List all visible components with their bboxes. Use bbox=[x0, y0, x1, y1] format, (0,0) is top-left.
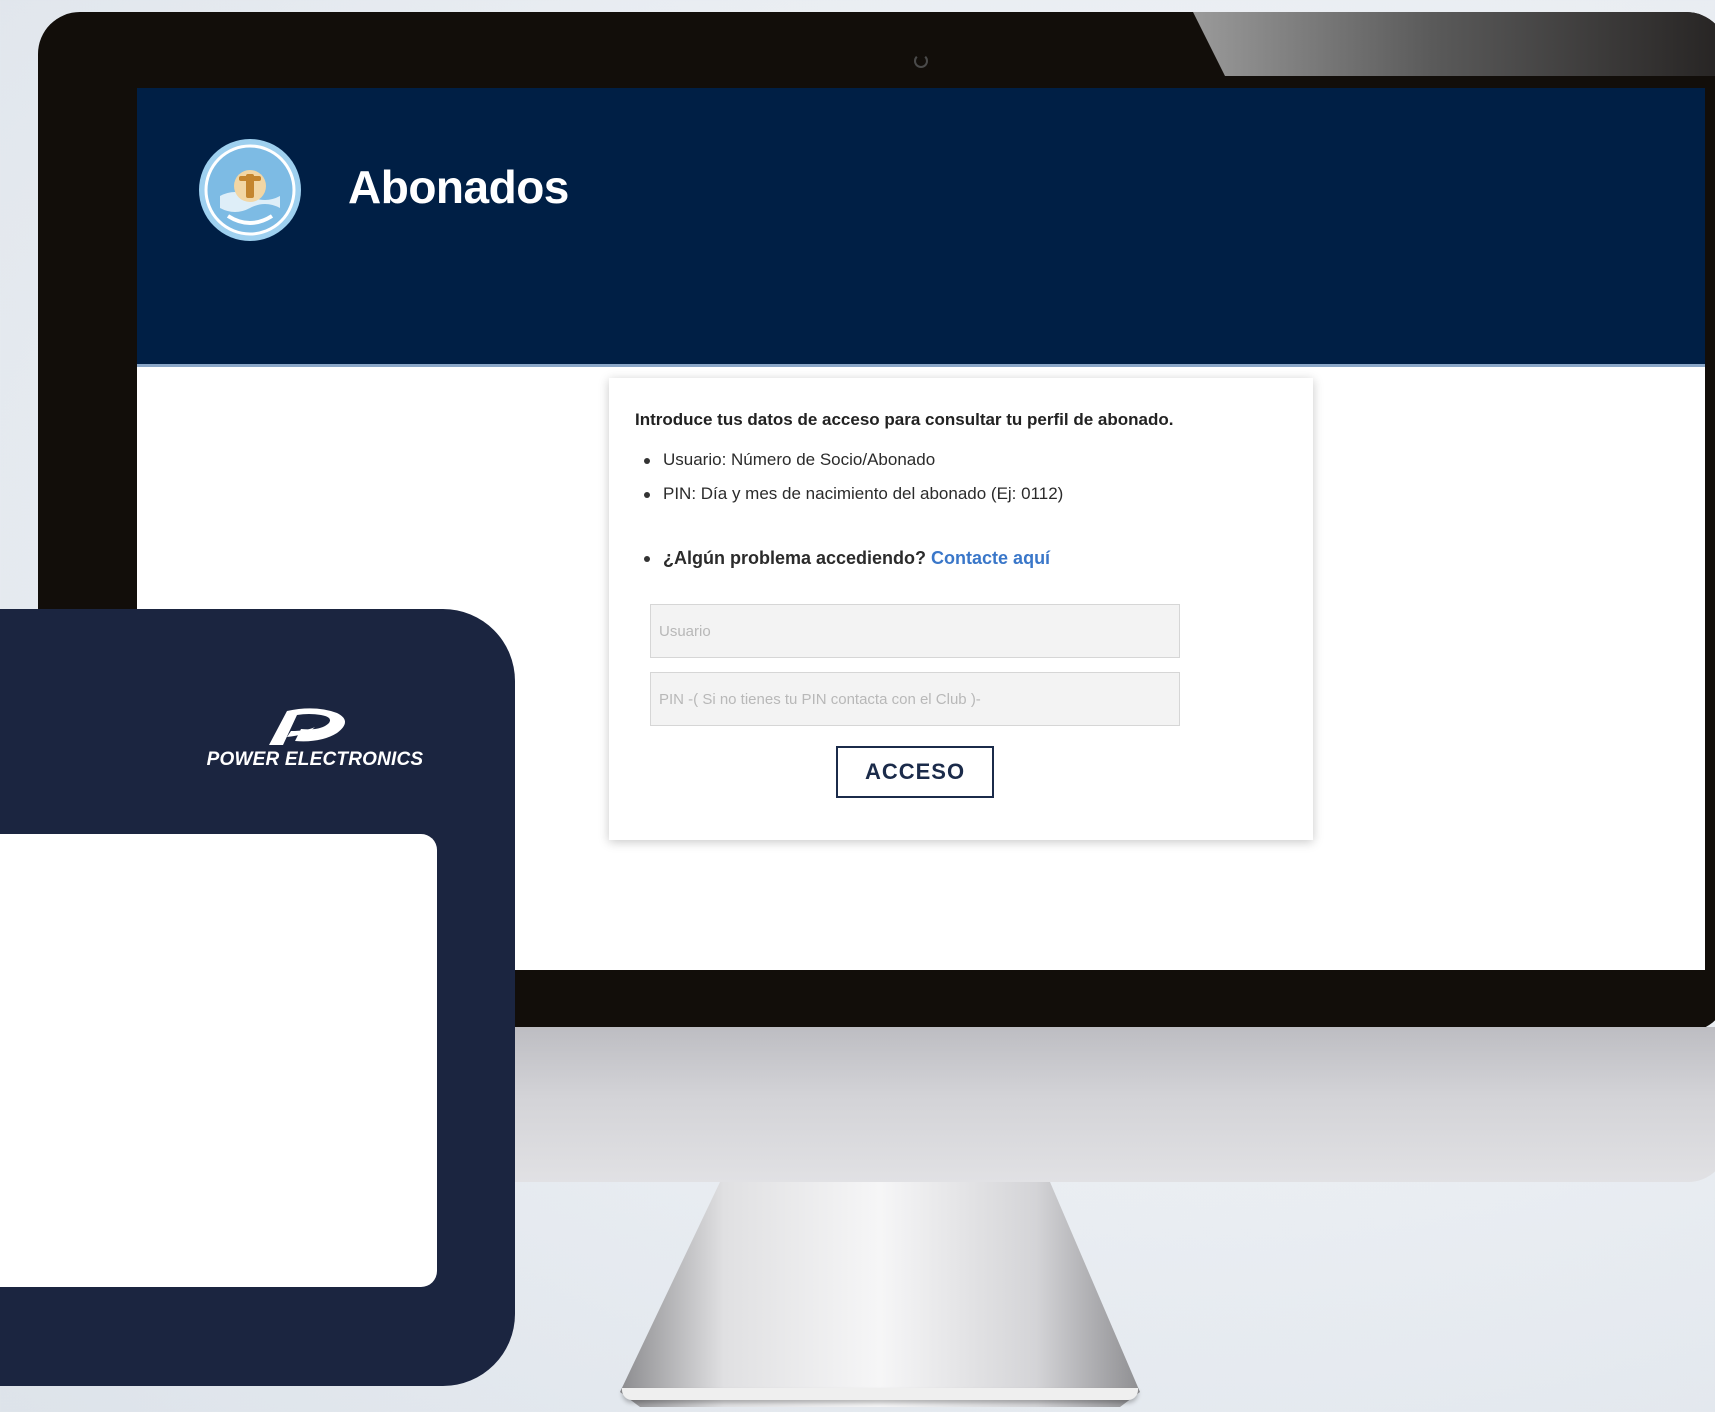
power-electronics-logo-icon bbox=[269, 708, 345, 745]
sponsor-name: POWER ELECTRONICS bbox=[206, 749, 424, 770]
monitor-stand-base bbox=[622, 1388, 1138, 1400]
sponsor-content-area bbox=[0, 834, 437, 1287]
username-input[interactable] bbox=[650, 604, 1180, 658]
club-crest-icon[interactable] bbox=[198, 138, 302, 242]
help-text: ¿Algún problema accediendo? bbox=[663, 548, 927, 568]
instruction-pin: PIN: Día y mes de nacimiento del abonado… bbox=[641, 484, 1063, 518]
sponsor-panel: POWER ELECTRONICS bbox=[0, 609, 515, 1386]
page-title: Abonados bbox=[348, 161, 569, 213]
camera-icon bbox=[914, 54, 928, 68]
contact-link[interactable]: Contacte aquí bbox=[931, 548, 1050, 568]
screen-glare bbox=[1193, 12, 1715, 76]
help-line: ¿Algún problema accediendo? Contacte aqu… bbox=[641, 548, 1050, 569]
login-card: Introduce tus datos de acceso para consu… bbox=[609, 378, 1313, 840]
sponsor-logo[interactable]: POWER ELECTRONICS bbox=[190, 705, 440, 779]
pin-input[interactable] bbox=[650, 672, 1180, 726]
login-intro: Introduce tus datos de acceso para consu… bbox=[635, 410, 1174, 429]
instruction-username: Usuario: Número de Socio/Abonado bbox=[641, 450, 1063, 484]
access-button[interactable]: ACCESO bbox=[836, 746, 994, 798]
site-header: Abonados bbox=[137, 88, 1705, 367]
login-instructions: Usuario: Número de Socio/Abonado PIN: Dí… bbox=[641, 450, 1063, 518]
monitor-stand bbox=[620, 1182, 1140, 1407]
